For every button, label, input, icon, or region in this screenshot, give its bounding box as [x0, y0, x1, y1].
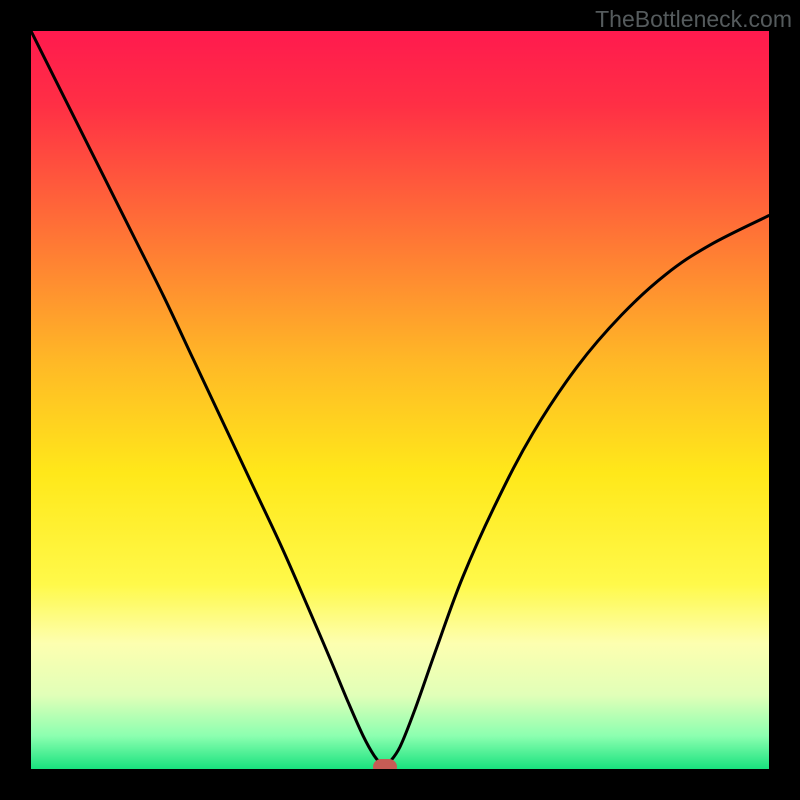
- minimum-marker: [373, 759, 397, 769]
- background-gradient: [31, 31, 769, 769]
- plot-area: [31, 31, 769, 769]
- watermark-text: TheBottleneck.com: [595, 6, 792, 33]
